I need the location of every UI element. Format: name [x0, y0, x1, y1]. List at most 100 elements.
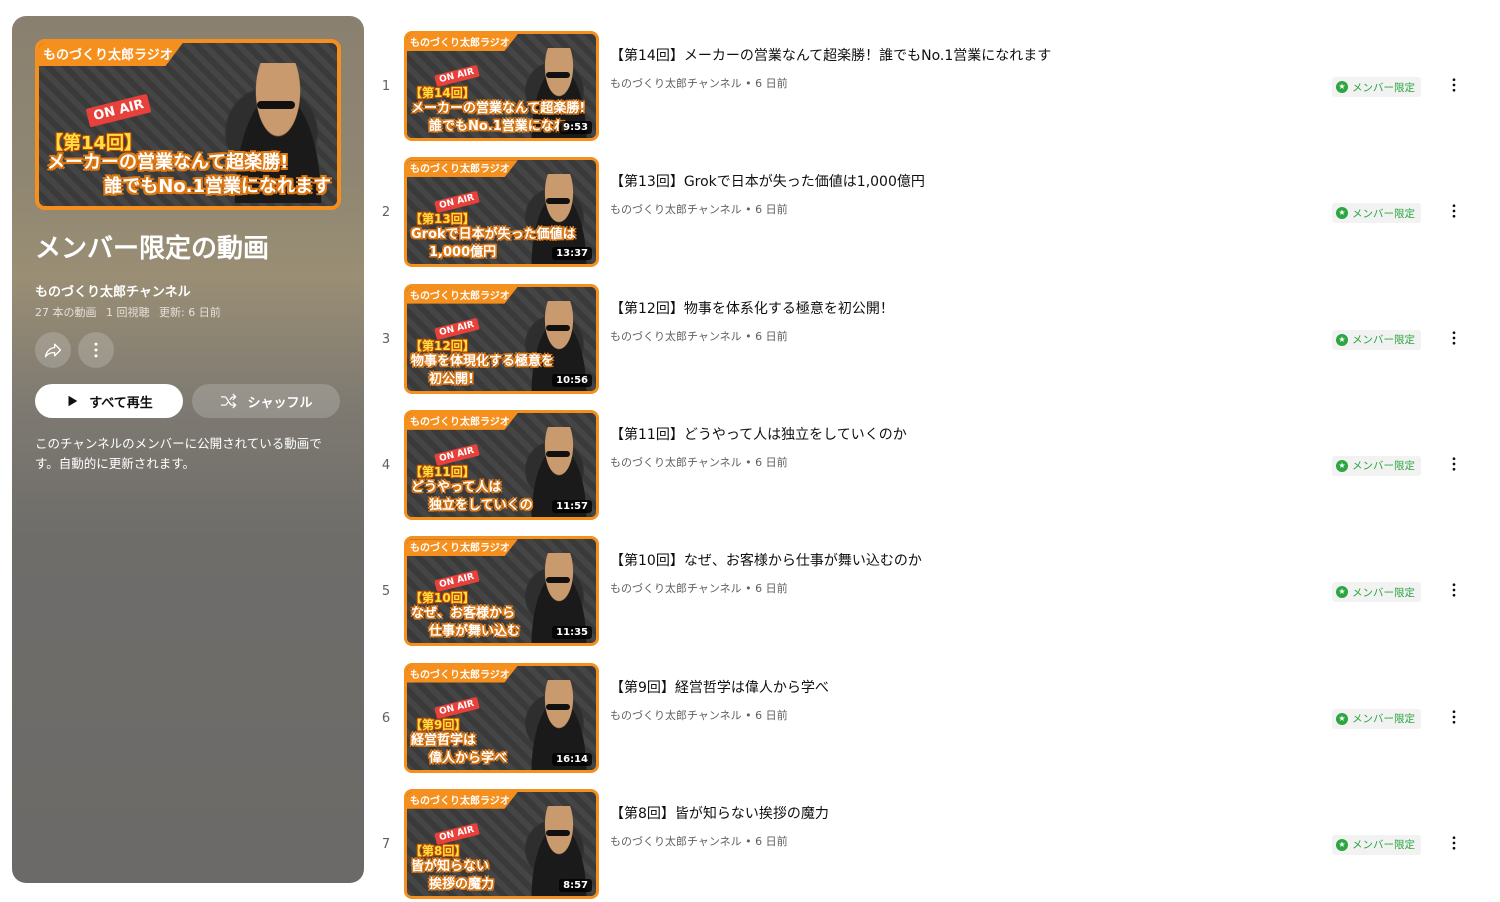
playlist-video-row[interactable]: 4 ものづくり太郎ラジオ ON AIR 【第11回】 どうやって人は 独立をして…: [376, 409, 1476, 522]
video-title[interactable]: 【第9回】経営哲学は偉人から学べ: [610, 677, 829, 697]
members-only-label: メンバー限定: [1352, 460, 1415, 473]
playlist-channel-link[interactable]: ものづくり太郎チャンネル: [35, 281, 191, 300]
members-only-label: メンバー限定: [1352, 713, 1415, 725]
share-icon: [44, 343, 62, 358]
playlist-video-row[interactable]: 6 ものづくり太郎ラジオ ON AIR 【第9回】 経営哲学は 偉人から学べ 1…: [376, 662, 1476, 775]
video-more-button[interactable]: [1442, 197, 1466, 225]
video-thumbnail[interactable]: ものづくり太郎ラジオ ON AIR 【第12回】 物事を体現化する極意を 初公開…: [404, 283, 599, 394]
video-index: 4: [381, 457, 391, 473]
thumbnail-caption-line1: メーカーの営業なんて超楽勝!: [411, 101, 586, 116]
sunglasses-shape: [546, 198, 570, 205]
playlist-stats: 27 本の動画 1 回視聴 更新: 6 日前: [35, 304, 227, 320]
video-thumbnail[interactable]: ものづくり太郎ラジオ ON AIR 【第10回】 なぜ、お客様から 仕事が舞い込…: [404, 536, 599, 647]
video-thumbnail[interactable]: ものづくり太郎ラジオ ON AIR 【第13回】 Grokで日本が失った価値は …: [404, 157, 599, 268]
video-channel[interactable]: ものづくり太郎チャンネル: [610, 456, 742, 469]
thumbnail-caption-line2: 誰でもNo.1営業になれます: [104, 176, 331, 197]
video-meta: ものづくり太郎チャンネル • 6 日前: [610, 707, 788, 723]
thumbnail-caption-line1: メーカーの営業なんて超楽勝!: [47, 152, 289, 173]
video-title[interactable]: 【第14回】メーカーの営業なんて超楽勝！誰でもNo.1営業になれます: [610, 45, 1051, 65]
thumbnail-caption-line2: 偉人から学べ: [429, 750, 508, 766]
video-duration: 11:35: [552, 626, 592, 640]
video-title[interactable]: 【第13回】Grokで日本が失った価値は1,000億円: [610, 171, 925, 191]
video-more-button[interactable]: [1442, 829, 1466, 857]
video-more-button[interactable]: [1442, 324, 1466, 352]
thumbnail-episode-tag: 【第9回】: [410, 717, 467, 732]
members-only-label: メンバー限定: [1352, 81, 1415, 94]
video-index: 7: [381, 836, 391, 852]
video-title[interactable]: 【第10回】なぜ、お客様から仕事が舞い込むのか: [610, 550, 922, 570]
video-channel[interactable]: ものづくり太郎チャンネル: [610, 709, 742, 722]
thumbnail-episode-tag: 【第13回】: [410, 212, 475, 227]
video-more-button[interactable]: [1442, 71, 1466, 99]
thumbnail-series-label: ものづくり太郎ラジオ: [407, 412, 518, 430]
thumbnail-caption-line2: 独立をしていくの: [429, 497, 533, 513]
video-duration: 10:56: [552, 373, 592, 387]
play-all-button[interactable]: すべて再生: [35, 384, 183, 418]
thumbnail-series-label: ものづくり太郎ラジオ: [407, 34, 518, 51]
video-title[interactable]: 【第8回】皆が知らない挨拶の魔力: [610, 803, 829, 823]
video-index: 3: [381, 331, 391, 347]
member-star-icon: ★: [1336, 333, 1348, 346]
video-meta: ものづくり太郎チャンネル • 6 日前: [610, 833, 788, 849]
meta-separator: •: [745, 77, 756, 90]
playlist-video-row[interactable]: 1 ものづくり太郎ラジオ ON AIR 【第14回】 メーカーの営業なんて超楽勝…: [376, 31, 1476, 143]
sunglasses-shape: [546, 577, 570, 584]
more-vert-icon: [1452, 457, 1456, 471]
thumbnail-caption-line2: 誰でもNo.1営業になれ: [429, 119, 567, 134]
thumbnail-series-label: ものづくり太郎ラジオ: [407, 665, 518, 683]
video-duration: 9:53: [559, 121, 592, 134]
shuffle-label: シャッフル: [247, 395, 313, 411]
member-star-icon: ★: [1336, 586, 1348, 599]
video-channel[interactable]: ものづくり太郎チャンネル: [610, 77, 742, 90]
video-more-button[interactable]: [1442, 450, 1466, 478]
video-thumbnail[interactable]: ものづくり太郎ラジオ ON AIR 【第11回】 どうやって人は 独立をしていく…: [404, 409, 599, 520]
thumbnail-caption-line2: 仕事が舞い込む: [429, 624, 521, 640]
video-age: 6 日前: [755, 455, 788, 469]
video-more-button[interactable]: [1442, 703, 1466, 731]
more-vert-icon: [94, 342, 98, 358]
video-duration: 16:14: [552, 752, 592, 766]
video-title[interactable]: 【第12回】物事を体系化する極意を初公開！: [610, 298, 894, 318]
playlist-more-button[interactable]: [78, 332, 114, 368]
playlist-video-row[interactable]: 3 ものづくり太郎ラジオ ON AIR 【第12回】 物事を体現化する極意を 初…: [376, 283, 1476, 396]
video-meta: ものづくり太郎チャンネル • 6 日前: [610, 580, 788, 596]
playlist-thumbnail[interactable]: ものづくり太郎ラジオ ON AIR 【第14回】 メーカーの営業なんて超楽勝! …: [35, 39, 341, 210]
members-only-label: メンバー限定: [1352, 586, 1415, 599]
video-channel[interactable]: ものづくり太郎チャンネル: [610, 203, 742, 216]
thumbnail-caption-line2: 挨拶の魔力: [429, 876, 495, 892]
thumbnail-series-label: ものづくり太郎ラジオ: [39, 43, 183, 66]
video-age: 6 日前: [755, 203, 788, 217]
members-only-badge: ★ メンバー限定: [1332, 708, 1421, 729]
more-vert-icon: [1452, 709, 1456, 724]
sunglasses-shape: [546, 450, 570, 457]
shuffle-button[interactable]: シャッフル: [192, 384, 340, 418]
thumbnail-series-label: ものづくり太郎ラジオ: [407, 539, 518, 557]
meta-separator: •: [745, 834, 756, 848]
thumbnail-episode-tag: 【第10回】: [410, 591, 475, 606]
playlist-video-row[interactable]: 5 ものづくり太郎ラジオ ON AIR 【第10回】 なぜ、お客様から 仕事が舞…: [376, 536, 1476, 648]
video-channel[interactable]: ものづくり太郎チャンネル: [610, 835, 742, 848]
video-more-button[interactable]: [1442, 576, 1466, 604]
member-star-icon: ★: [1336, 838, 1348, 851]
video-index: 5: [381, 584, 391, 600]
video-title[interactable]: 【第11回】どうやって人は独立をしていくのか: [610, 424, 907, 444]
sunglasses-shape: [546, 703, 570, 710]
members-only-badge: ★ メンバー限定: [1332, 582, 1421, 603]
more-vert-icon: [1452, 78, 1456, 92]
share-button[interactable]: [35, 332, 71, 368]
members-only-label: メンバー限定: [1352, 207, 1415, 220]
video-thumbnail[interactable]: ものづくり太郎ラジオ ON AIR 【第9回】 経営哲学は 偉人から学べ 16:…: [404, 662, 599, 773]
view-count: 1 回視聴: [106, 306, 150, 319]
video-count: 27 本の動画: [35, 306, 97, 319]
video-channel[interactable]: ものづくり太郎チャンネル: [610, 582, 742, 595]
play-icon: [68, 395, 78, 407]
playlist-video-row[interactable]: 2 ものづくり太郎ラジオ ON AIR 【第13回】 Grokで日本が失った価値…: [376, 157, 1476, 269]
video-channel[interactable]: ものづくり太郎チャンネル: [610, 330, 742, 343]
video-thumbnail[interactable]: ものづくり太郎ラジオ ON AIR 【第14回】 メーカーの営業なんて超楽勝! …: [404, 31, 599, 141]
sunglasses-shape: [546, 829, 570, 836]
playlist-video-row[interactable]: 7 ものづくり太郎ラジオ ON AIR 【第8回】 皆が知らない 挨拶の魔力 8…: [376, 788, 1476, 901]
play-all-label: すべて再生: [89, 395, 153, 411]
video-thumbnail[interactable]: ものづくり太郎ラジオ ON AIR 【第8回】 皆が知らない 挨拶の魔力 8:5…: [404, 788, 599, 899]
thumbnail-caption-line1: Grokで日本が失った価値は: [411, 227, 576, 243]
meta-separator: •: [745, 708, 756, 722]
